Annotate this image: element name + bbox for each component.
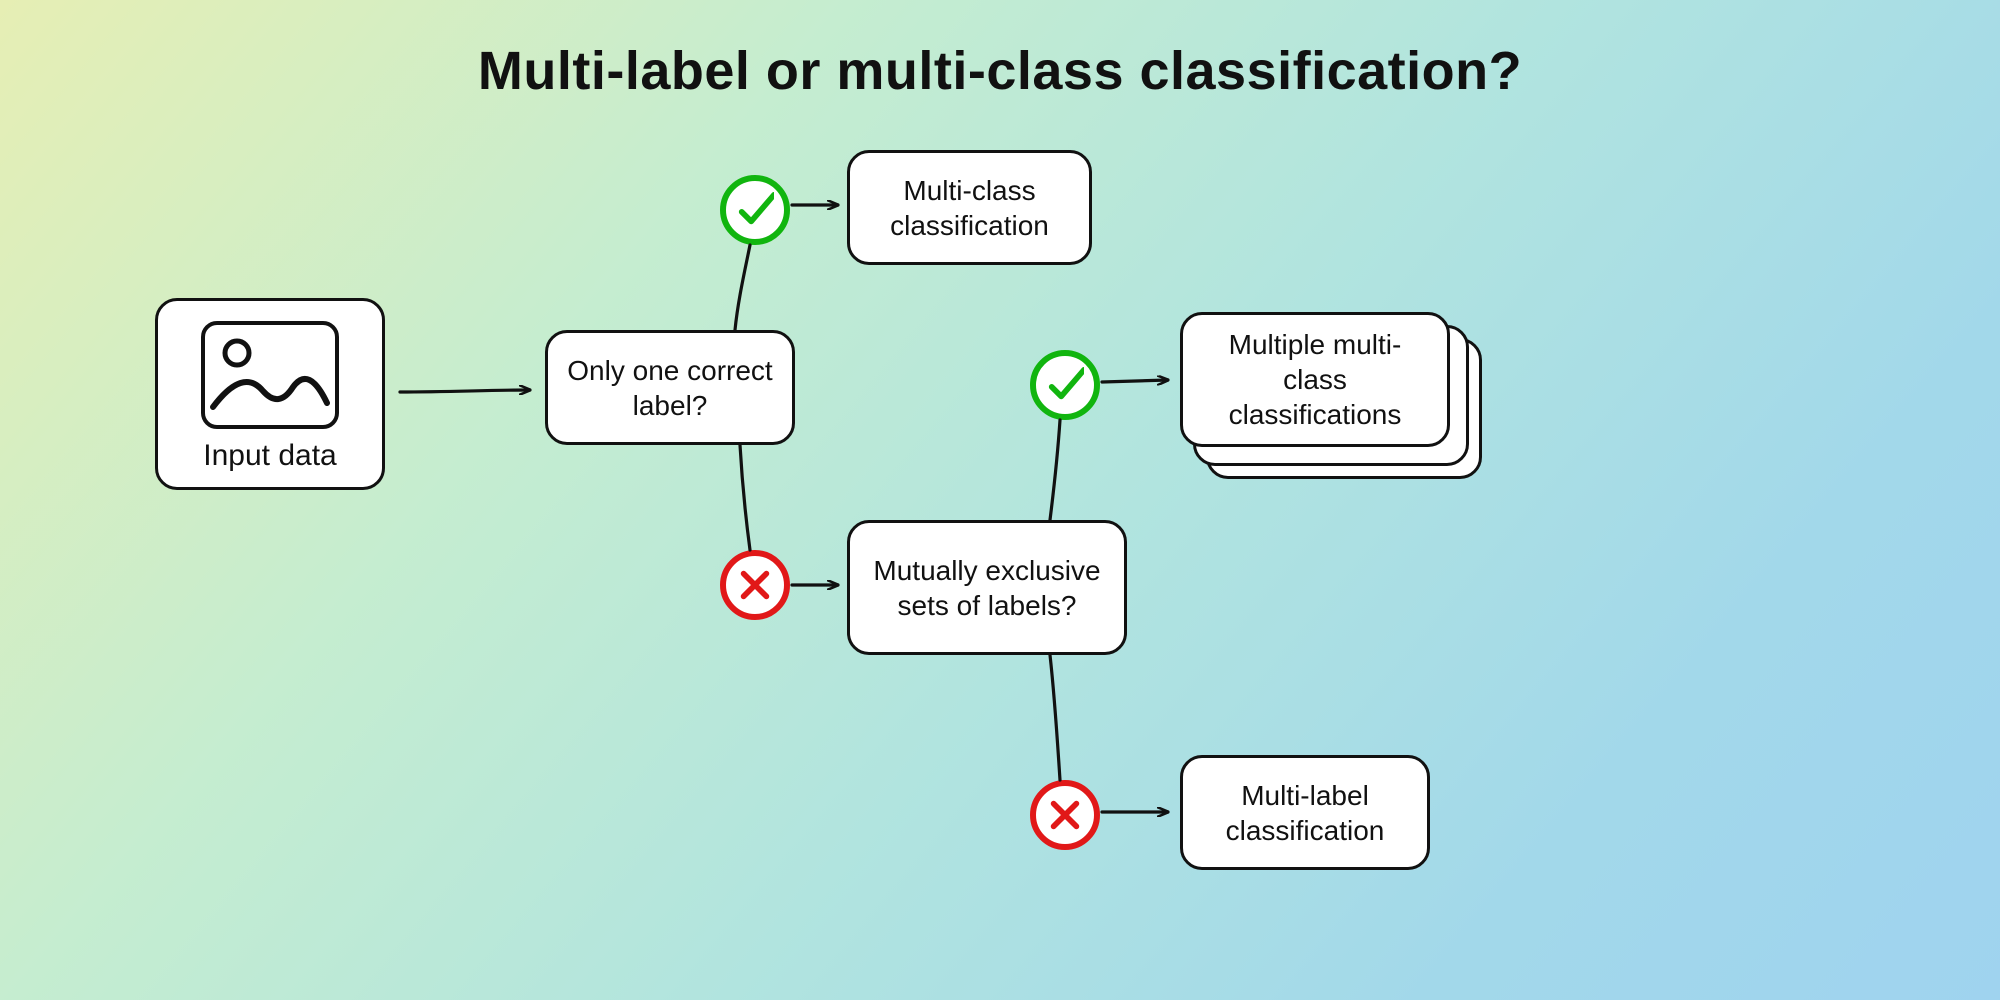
check-icon <box>720 175 790 245</box>
arrow-icon <box>400 390 530 392</box>
image-icon <box>201 321 339 429</box>
check-icon <box>1030 350 1100 420</box>
node-input-data: Input data <box>155 298 385 490</box>
node-leaf-multiclass-text: Multi-class classification <box>868 173 1071 243</box>
node-decision-one-label: Only one correct label? <box>545 330 795 445</box>
node-leaf-multiclass: Multi-class classification <box>847 150 1092 265</box>
arrow-icon <box>1102 380 1168 382</box>
cross-icon <box>1030 780 1100 850</box>
node-leaf-multiple-stack: Multiple multi-class classifications <box>1180 312 1480 467</box>
node-decision-mutually-exclusive-text: Mutually exclusive sets of labels? <box>868 553 1106 623</box>
node-decision-mutually-exclusive: Mutually exclusive sets of labels? <box>847 520 1127 655</box>
node-leaf-multilabel-text: Multi-label classification <box>1201 778 1409 848</box>
diagram-title: Multi-label or multi-class classificatio… <box>0 40 2000 102</box>
node-leaf-multiple-text: Multiple multi-class classifications <box>1201 327 1429 432</box>
node-leaf-multilabel: Multi-label classification <box>1180 755 1430 870</box>
cross-icon <box>720 550 790 620</box>
node-decision-one-label-text: Only one correct label? <box>566 353 774 423</box>
node-leaf-multiple: Multiple multi-class classifications <box>1180 312 1450 447</box>
node-input-label: Input data <box>188 439 352 473</box>
